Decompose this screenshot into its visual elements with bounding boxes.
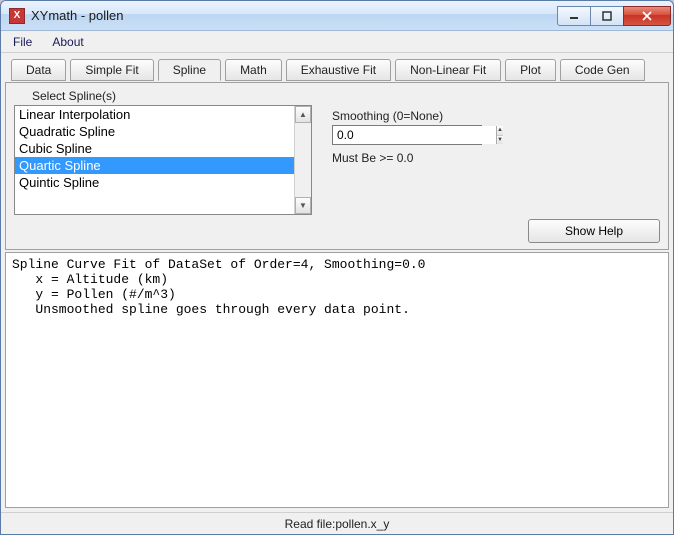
- scroll-up-button[interactable]: ▲: [295, 106, 311, 123]
- output-text[interactable]: Spline Curve Fit of DataSet of Order=4, …: [5, 252, 669, 508]
- smoothing-spinbox[interactable]: ▲ ▼: [332, 125, 482, 145]
- window-title: XYmath - pollen: [31, 8, 558, 23]
- tab-bar: DataSimple FitSplineMathExhaustive FitNo…: [5, 57, 669, 81]
- menu-about[interactable]: About: [42, 33, 93, 51]
- window-controls: [558, 6, 671, 26]
- list-item[interactable]: Linear Interpolation: [15, 106, 294, 123]
- spin-down-button[interactable]: ▼: [497, 136, 503, 145]
- list-item[interactable]: Cubic Spline: [15, 140, 294, 157]
- spline-tab-pane: Select Spline(s) Linear InterpolationQua…: [5, 82, 669, 250]
- scroll-down-button[interactable]: ▼: [295, 197, 311, 214]
- show-help-button[interactable]: Show Help: [528, 219, 660, 243]
- list-item[interactable]: Quadratic Spline: [15, 123, 294, 140]
- close-button[interactable]: [623, 6, 671, 26]
- smoothing-hint: Must Be >= 0.0: [332, 151, 660, 165]
- list-item[interactable]: Quartic Spline: [15, 157, 294, 174]
- tab-math[interactable]: Math: [225, 59, 282, 81]
- select-spline-label: Select Spline(s): [14, 87, 660, 105]
- tab-non-linear-fit[interactable]: Non-Linear Fit: [395, 59, 501, 81]
- spline-listbox[interactable]: Linear InterpolationQuadratic SplineCubi…: [14, 105, 312, 215]
- tab-exhaustive-fit[interactable]: Exhaustive Fit: [286, 59, 391, 81]
- status-bar: Read file:pollen.x_y: [1, 512, 673, 534]
- status-text: Read file:pollen.x_y: [285, 517, 390, 531]
- tab-data[interactable]: Data: [11, 59, 66, 81]
- tab-spline[interactable]: Spline: [158, 59, 221, 81]
- smoothing-label: Smoothing (0=None): [332, 109, 660, 123]
- list-item[interactable]: Quintic Spline: [15, 174, 294, 191]
- titlebar[interactable]: X XYmath - pollen: [1, 1, 673, 31]
- smoothing-input[interactable]: [333, 126, 496, 144]
- tab-simple-fit[interactable]: Simple Fit: [70, 59, 153, 81]
- listbox-scrollbar[interactable]: ▲ ▼: [294, 106, 311, 214]
- maximize-button[interactable]: [590, 6, 624, 26]
- tab-code-gen[interactable]: Code Gen: [560, 59, 645, 81]
- tab-plot[interactable]: Plot: [505, 59, 556, 81]
- client-area: DataSimple FitSplineMathExhaustive FitNo…: [1, 53, 673, 512]
- app-icon: X: [9, 8, 25, 24]
- minimize-button[interactable]: [557, 6, 591, 26]
- app-window: X XYmath - pollen File About DataSimple …: [0, 0, 674, 535]
- menu-file[interactable]: File: [3, 33, 42, 51]
- spin-up-button[interactable]: ▲: [497, 126, 503, 136]
- menubar: File About: [1, 31, 673, 53]
